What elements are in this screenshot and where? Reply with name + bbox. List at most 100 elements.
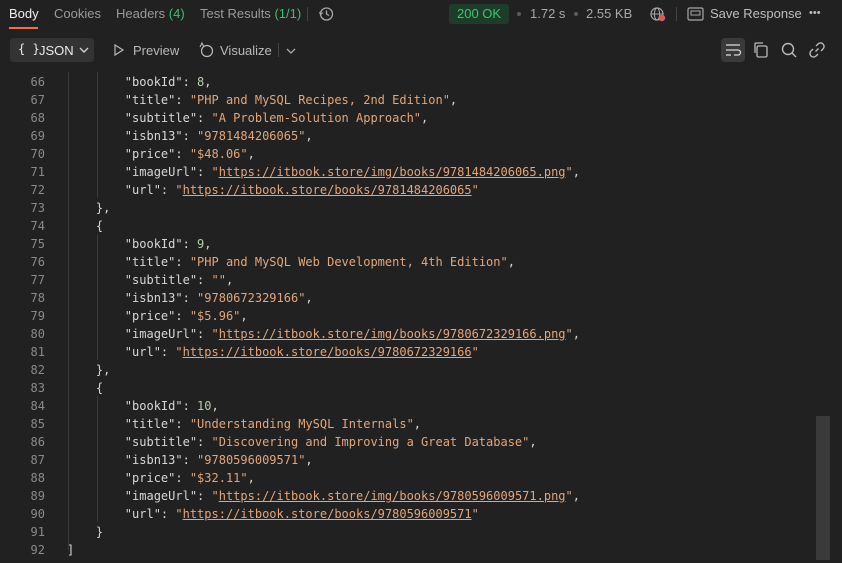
json-quote: " — [471, 183, 479, 197]
json-key: "subtitle" — [124, 273, 198, 287]
json-string: "PHP and MySQL Web Development, 4th Edit… — [189, 255, 508, 269]
code-content: "isbn13": "9780596009571", — [125, 451, 313, 469]
tab-headers[interactable]: Headers (4) — [116, 6, 185, 21]
code-line: 74 { — [0, 217, 815, 235]
json-key: "price" — [124, 147, 176, 161]
json-url-link[interactable]: https://itbook.store/img/books/978067232… — [219, 327, 566, 341]
json-colon: : — [175, 417, 190, 431]
code-content: "url": "https://itbook.store/books/97814… — [125, 181, 479, 199]
json-key: "bookId" — [124, 75, 183, 89]
json-colon: : — [182, 75, 198, 89]
chevron-down-icon — [79, 47, 89, 53]
json-comma: , — [529, 435, 537, 449]
tab-test-results[interactable]: Test Results (1/1) — [200, 6, 301, 21]
copy-button[interactable] — [749, 38, 773, 62]
json-colon: : — [197, 489, 212, 503]
json-colon: : — [175, 471, 190, 485]
search-button[interactable] — [777, 38, 801, 62]
json-comma: , — [247, 471, 255, 485]
code-line: 69 "isbn13": "9781484206065", — [0, 127, 815, 145]
indent-guide — [68, 72, 69, 550]
response-size[interactable]: 2.55 KB — [586, 6, 632, 21]
json-url-link[interactable]: https://itbook.store/books/9780596009571 — [183, 507, 472, 521]
json-comma: , — [421, 111, 429, 125]
visualize-button[interactable]: Visualize — [220, 43, 272, 58]
tab-cookies[interactable]: Cookies — [54, 6, 101, 21]
tab-body[interactable]: Body — [9, 6, 39, 21]
code-content: "title": "Understanding MySQL Internals"… — [125, 415, 421, 433]
more-options-button[interactable]: ••• — [809, 7, 821, 19]
tab-body-label: Body — [9, 6, 39, 21]
json-key: "bookId" — [124, 237, 183, 251]
line-number: 83 — [30, 381, 45, 395]
json-key: "url" — [124, 507, 161, 521]
json-url-link[interactable]: https://itbook.store/img/books/978148420… — [219, 165, 566, 179]
tab-headers-count: (4) — [168, 6, 185, 21]
json-colon: : — [182, 237, 198, 251]
json-colon: : — [197, 111, 212, 125]
line-number: 69 — [30, 129, 45, 143]
json-string: "PHP and MySQL Recipes, 2nd Edition" — [189, 93, 450, 107]
line-number: 91 — [30, 525, 45, 539]
code-content: "title": "PHP and MySQL Web Development,… — [125, 253, 515, 271]
wrap-lines-toggle[interactable] — [721, 38, 745, 62]
code-content: { — [96, 217, 103, 235]
response-toolbar: { } JSON Preview Visualize — [0, 36, 842, 64]
json-colon: : — [175, 147, 190, 161]
json-comma: , — [572, 165, 580, 179]
json-comma: , — [305, 291, 313, 305]
code-line: 78 "isbn13": "9780672329166", — [0, 289, 815, 307]
tab-test-results-label: Test Results — [200, 6, 271, 21]
tab-headers-label: Headers — [116, 6, 166, 21]
json-string: "9780596009571" — [197, 453, 306, 467]
json-url-link[interactable]: https://itbook.store/img/books/978059600… — [219, 489, 566, 503]
code-content: "url": "https://itbook.store/books/97806… — [125, 343, 479, 361]
indent-guide — [97, 396, 98, 522]
json-key: "isbn13" — [124, 129, 183, 143]
json-quote: " — [175, 507, 183, 521]
code-line: 85 "title": "Understanding MySQL Internal… — [0, 415, 815, 433]
code-content: } — [96, 523, 103, 541]
json-key: "price" — [124, 471, 176, 485]
network-globe-icon[interactable] — [650, 6, 666, 22]
visualize-menu-chevron-icon[interactable] — [286, 47, 296, 55]
link-button[interactable] — [805, 38, 829, 62]
wrap-lines-icon — [726, 44, 742, 56]
code-content: "bookId": 8, — [125, 73, 212, 91]
json-url-link[interactable]: https://itbook.store/books/9781484206065 — [183, 183, 472, 197]
code-line: 86 "subtitle": "Discovering and Improving… — [0, 433, 815, 451]
json-quote: " — [175, 345, 183, 359]
preview-button[interactable]: Preview — [133, 43, 179, 58]
code-line: 90 "url": "https://itbook.store/books/978… — [0, 505, 815, 523]
json-key: "bookId" — [124, 399, 183, 413]
json-string: "$5.96" — [189, 309, 241, 323]
code-content: "imageUrl": "https://itbook.store/img/bo… — [125, 325, 580, 343]
save-response-button[interactable]: Save Response — [710, 6, 802, 21]
json-key: "isbn13" — [124, 453, 183, 467]
response-time[interactable]: 1.72 s — [530, 6, 565, 21]
json-comma: , — [572, 489, 580, 503]
json-colon: : — [182, 399, 198, 413]
code-content: "imageUrl": "https://itbook.store/img/bo… — [125, 487, 580, 505]
dot-separator — [517, 12, 521, 16]
json-comma: , — [247, 147, 255, 161]
json-key: "title" — [124, 417, 176, 431]
json-colon: : — [175, 255, 190, 269]
code-line: 76 "title": "PHP and MySQL Web Developmen… — [0, 253, 815, 271]
save-icon[interactable] — [687, 7, 704, 21]
response-body-editor[interactable]: 66 "bookId": 8, 67 "title": "PHP and MySQL … — [0, 72, 842, 563]
json-comma: , — [204, 75, 212, 89]
code-content: "isbn13": "9781484206065", — [125, 127, 313, 145]
json-comma: , — [305, 453, 313, 467]
status-badge[interactable]: 200 OK — [449, 4, 510, 24]
json-url-link[interactable]: https://itbook.store/books/9780672329166 — [183, 345, 472, 359]
json-comma: , — [204, 237, 212, 251]
json-colon: : — [160, 507, 176, 521]
format-dropdown[interactable]: { } JSON — [10, 38, 94, 62]
visualize-icon — [199, 42, 214, 58]
code-line: 82}, — [0, 361, 815, 379]
scrollbar-thumb[interactable] — [816, 416, 830, 560]
history-icon[interactable] — [318, 6, 334, 22]
json-key: "url" — [124, 345, 161, 359]
code-content: "subtitle": "Discovering and Improving a… — [125, 433, 537, 451]
